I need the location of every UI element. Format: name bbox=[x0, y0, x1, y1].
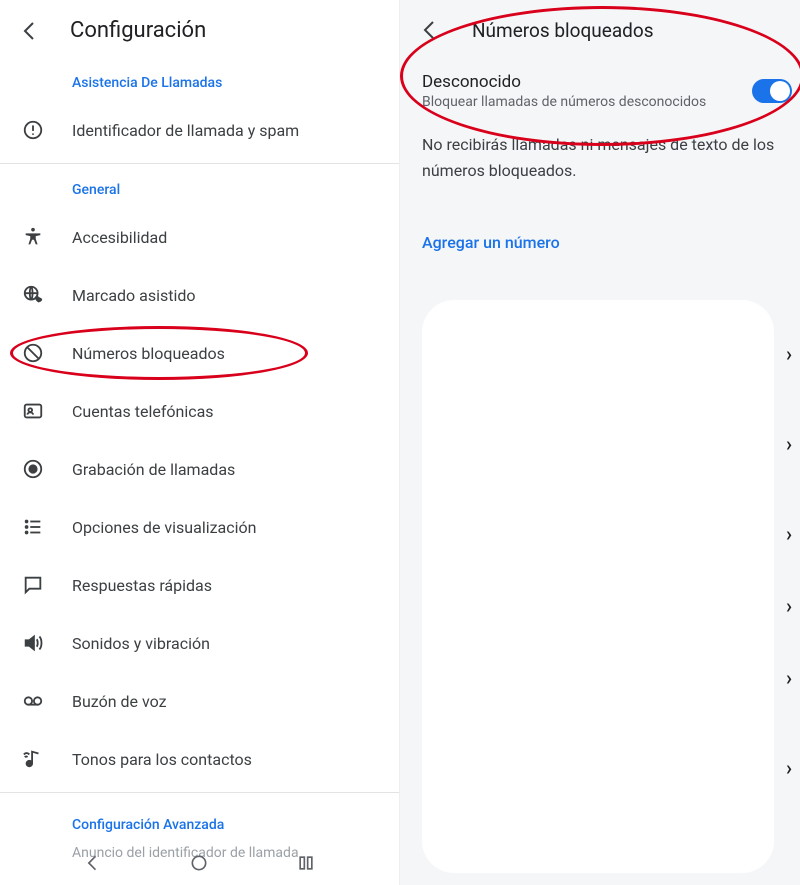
item-label: Buzón de voz bbox=[72, 692, 167, 711]
record-icon bbox=[22, 458, 44, 480]
item-caller-id-spam[interactable]: Identificador de llamada y spam bbox=[0, 101, 399, 159]
accessibility-icon bbox=[22, 226, 44, 248]
unknown-title: Desconocido bbox=[422, 72, 752, 92]
contact-card-icon bbox=[22, 400, 44, 422]
nav-home-icon[interactable] bbox=[189, 853, 209, 873]
advanced-config-link[interactable]: Configuración Avanzada bbox=[0, 797, 399, 837]
voicemail-icon bbox=[22, 690, 44, 712]
item-voicemail[interactable]: Buzón de voz bbox=[0, 672, 399, 730]
android-navbar bbox=[0, 841, 399, 885]
settings-title: Configuración bbox=[70, 18, 206, 43]
list-icon bbox=[22, 516, 44, 538]
alert-circle-icon bbox=[22, 119, 44, 141]
item-accessibility[interactable]: Accesibilidad bbox=[0, 208, 399, 266]
item-label: Marcado asistido bbox=[72, 286, 196, 305]
divider bbox=[0, 163, 399, 164]
chevron-right-icon[interactable]: › bbox=[786, 522, 792, 546]
music-note-icon bbox=[22, 748, 44, 770]
unknown-toggle-switch[interactable] bbox=[752, 79, 792, 103]
chevron-right-icon[interactable]: › bbox=[786, 594, 792, 618]
section-general: General bbox=[0, 168, 399, 208]
item-label: Respuestas rápidas bbox=[72, 576, 212, 595]
item-label: Sonidos y vibración bbox=[72, 634, 210, 653]
blocked-list-card bbox=[422, 300, 774, 873]
unknown-subtitle: Bloquear llamadas de números desconocido… bbox=[422, 94, 752, 110]
item-label: Tonos para los contactos bbox=[72, 750, 252, 769]
item-label: Números bloqueados bbox=[72, 344, 225, 363]
section-call-assistance: Asistencia De Llamadas bbox=[0, 61, 399, 101]
item-sounds-vibration[interactable]: Sonidos y vibración bbox=[0, 614, 399, 672]
blocked-title: Números bloqueados bbox=[472, 19, 654, 42]
item-label: Opciones de visualización bbox=[72, 518, 256, 537]
item-contact-ringtones[interactable]: Tonos para los contactos bbox=[0, 730, 399, 788]
chevron-right-icon[interactable]: › bbox=[786, 756, 792, 780]
item-calling-accounts[interactable]: Cuentas telefónicas bbox=[0, 382, 399, 440]
blocked-header: Números bloqueados bbox=[400, 0, 800, 60]
unknown-text: Desconocido Bloquear llamadas de números… bbox=[422, 72, 752, 110]
item-label: Identificador de llamada y spam bbox=[72, 121, 299, 140]
item-assisted-dialing[interactable]: Marcado asistido bbox=[0, 266, 399, 324]
settings-screen: Configuración Asistencia De Llamadas Ide… bbox=[0, 0, 400, 885]
volume-icon bbox=[22, 632, 44, 654]
back-arrow-icon[interactable] bbox=[18, 19, 42, 43]
add-number-link[interactable]: Agregar un número bbox=[400, 183, 800, 252]
item-call-recording[interactable]: Grabación de llamadas bbox=[0, 440, 399, 498]
blocked-info-text: No recibirás llamadas ni mensajes de tex… bbox=[400, 124, 800, 183]
item-label: Cuentas telefónicas bbox=[72, 402, 214, 421]
block-icon bbox=[22, 342, 44, 364]
item-label: Grabación de llamadas bbox=[72, 460, 235, 479]
item-label: Accesibilidad bbox=[72, 228, 167, 247]
chevron-right-icon[interactable]: › bbox=[786, 666, 792, 690]
back-arrow-icon[interactable] bbox=[418, 18, 442, 42]
globe-phone-icon bbox=[22, 284, 44, 306]
item-blocked-numbers[interactable]: Números bloqueados bbox=[0, 324, 399, 382]
unknown-toggle-row[interactable]: Desconocido Bloquear llamadas de números… bbox=[400, 60, 800, 124]
nav-back-icon[interactable] bbox=[83, 853, 103, 873]
nav-recents-icon[interactable] bbox=[296, 853, 316, 873]
settings-header: Configuración bbox=[0, 0, 399, 61]
blocked-numbers-screen: Números bloqueados Desconocido Bloquear … bbox=[400, 0, 800, 885]
item-quick-responses[interactable]: Respuestas rápidas bbox=[0, 556, 399, 614]
item-display-options[interactable]: Opciones de visualización bbox=[0, 498, 399, 556]
chevron-right-icon[interactable]: › bbox=[786, 342, 792, 366]
message-icon bbox=[22, 574, 44, 596]
divider bbox=[0, 792, 399, 793]
chevron-right-icon[interactable]: › bbox=[786, 432, 792, 456]
